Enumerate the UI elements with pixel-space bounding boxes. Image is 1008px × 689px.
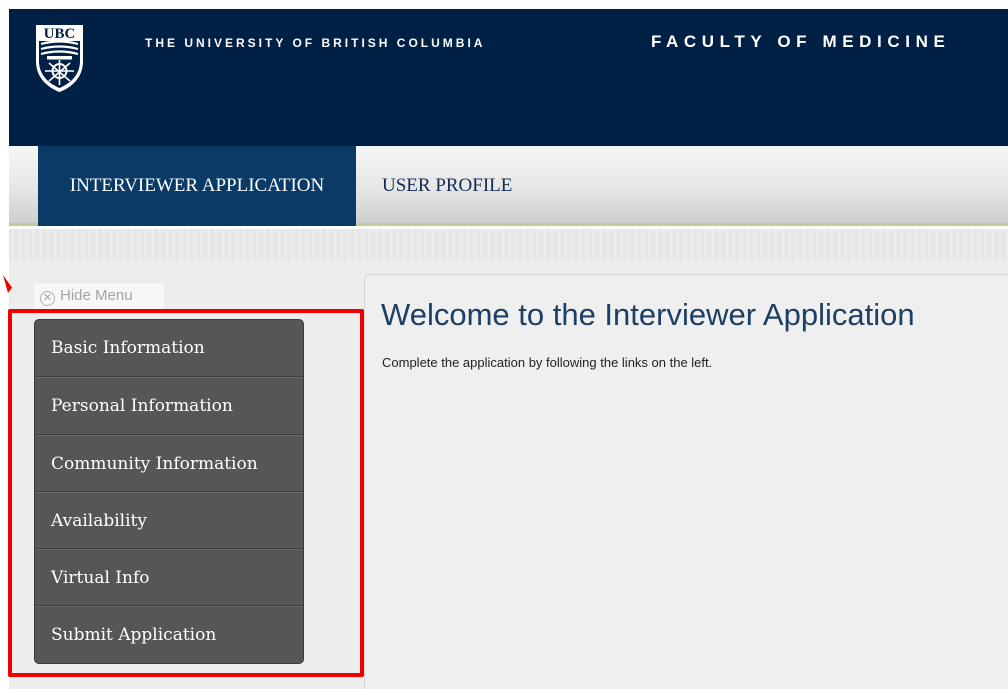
tab-interviewer-application[interactable]: INTERVIEWER APPLICATION (38, 146, 356, 226)
logo-text: UBC (44, 26, 76, 42)
tab-user-profile[interactable]: USER PROFILE (382, 146, 512, 226)
faculty-name: FACULTY OF MEDICINE (651, 32, 951, 51)
highlight-annotation (8, 309, 364, 677)
page-title: Welcome to the Interviewer Application (381, 297, 915, 332)
site-header: UBC THE UNIVERSITY OF BRITISH COLUMBIA F… (9, 9, 1008, 146)
texture-strip (9, 229, 1008, 261)
welcome-instruction: Complete the application by following th… (382, 355, 713, 370)
page: UBC THE UNIVERSITY OF BRITISH COLUMBIA F… (0, 0, 1008, 689)
main-navigation: INTERVIEWER APPLICATION USER PROFILE (9, 146, 1008, 226)
university-name: THE UNIVERSITY OF BRITISH COLUMBIA (145, 36, 486, 50)
welcome-panel (364, 274, 1008, 689)
close-icon: ✕ (40, 291, 55, 306)
hide-menu-button[interactable]: ✕ Hide Menu (34, 283, 164, 309)
ubc-logo[interactable]: UBC (34, 23, 85, 94)
hide-menu-label: Hide Menu (60, 287, 133, 304)
